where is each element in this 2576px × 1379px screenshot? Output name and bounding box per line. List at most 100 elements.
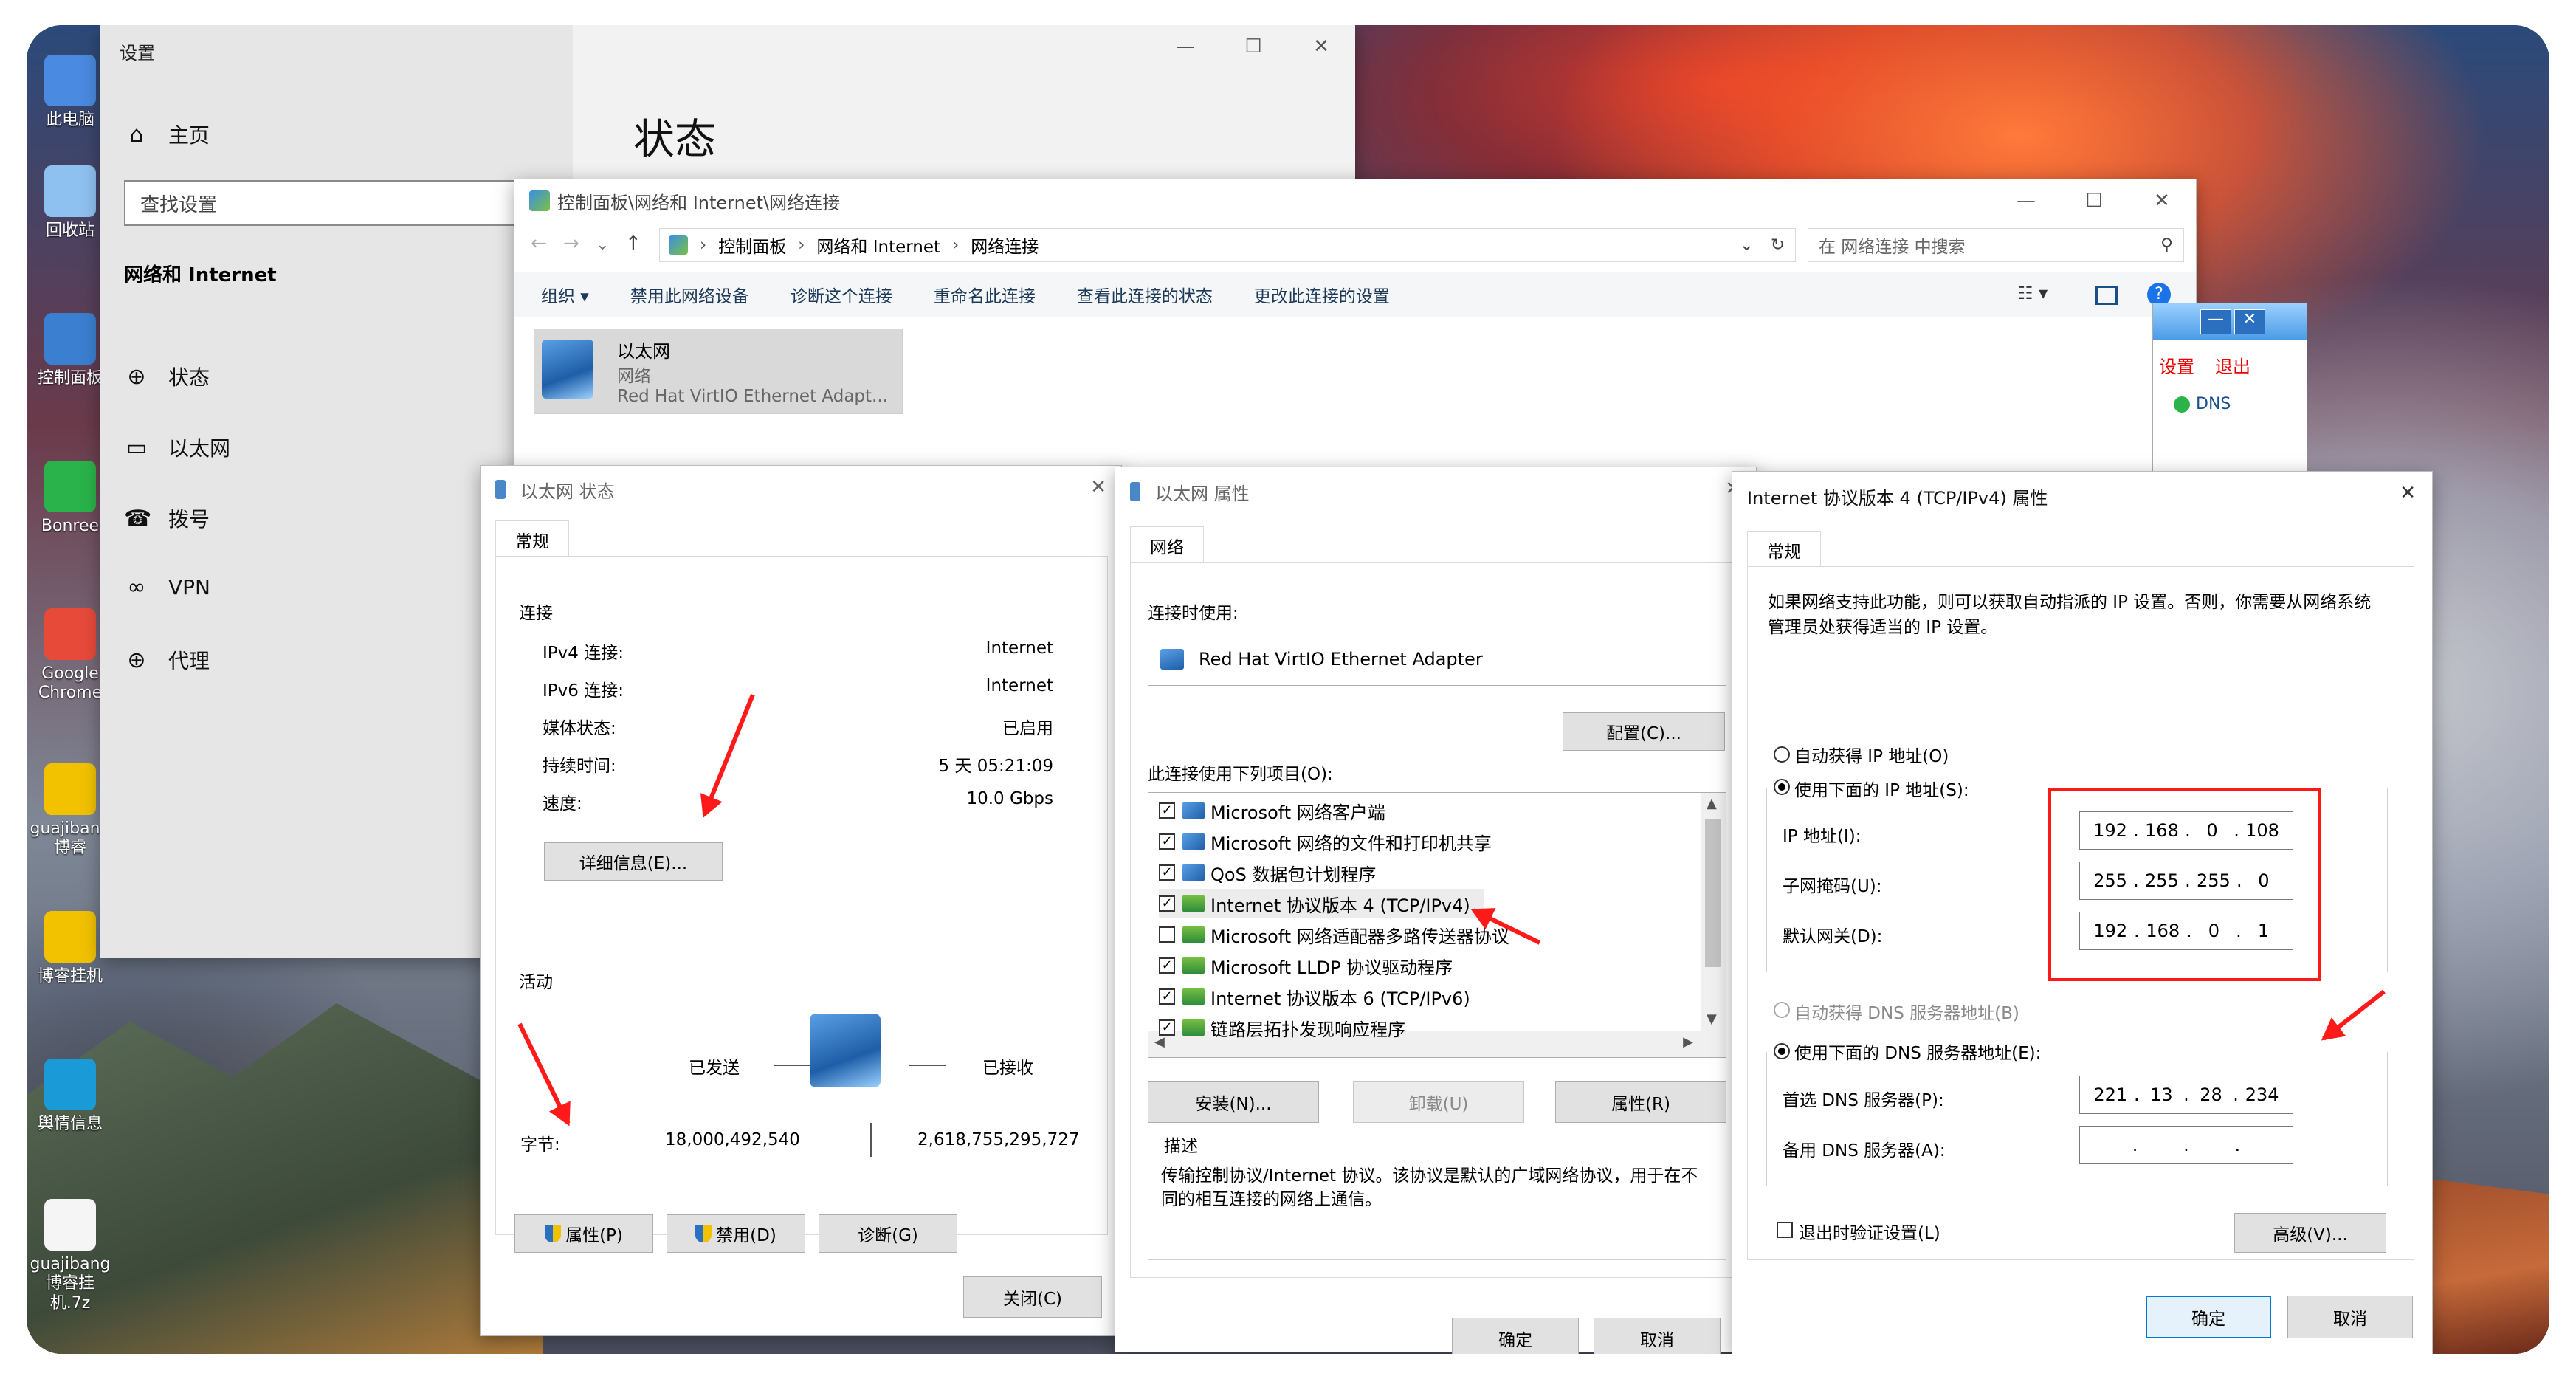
search-input[interactable]: 在 网络连接 中搜索 ⚲ (1808, 228, 2184, 262)
forward-icon[interactable]: → (563, 233, 579, 255)
toolbar-item[interactable]: 禁用此网络设备 (630, 282, 749, 307)
toolbar-item[interactable]: 更改此连接的设置 (1254, 282, 1390, 307)
tab-network[interactable]: 网络 (1130, 526, 1204, 563)
settings-nav-item[interactable]: ⊕ 代理 (124, 645, 210, 675)
component-checkbox[interactable]: ✓ (1159, 802, 1175, 819)
scroll-up-icon[interactable]: ▲ (1707, 796, 1717, 811)
auto-ip-label[interactable]: 自动获得 IP 地址(O) (1794, 742, 1949, 767)
minimize-button[interactable]: — (1151, 25, 1219, 68)
component-list-item[interactable]: ✓ Microsoft 网络客户端 (1159, 796, 1385, 825)
toolbar-item[interactable]: 组织 ▾ (541, 282, 589, 307)
cancel-button[interactable]: 取消 (2287, 1296, 2413, 1338)
component-checkbox[interactable]: ✓ (1159, 1019, 1175, 1036)
back-icon[interactable]: ← (531, 233, 547, 255)
maximize-button[interactable]: ☐ (1219, 25, 1287, 68)
side-app-settings-link[interactable]: 设置 (2159, 352, 2194, 378)
item-properties-button[interactable]: 属性(R) (1555, 1081, 1726, 1123)
view-options-icon[interactable]: ☷ ▾ (2017, 283, 2048, 303)
close-button[interactable]: ✕ (2234, 309, 2265, 334)
cancel-button[interactable]: 取消 (1594, 1318, 1721, 1354)
breadcrumb-network-internet[interactable]: 网络和 Internet (816, 233, 940, 258)
desktop-icon[interactable]: Bonree (30, 461, 111, 536)
refresh-icon[interactable]: ↻ (1771, 235, 1785, 255)
adapter-ethernet[interactable]: 以太网 网络 Red Hat VirtIO Ethernet Adapt... (534, 329, 903, 414)
settings-home[interactable]: ⌂ 主页 (124, 120, 210, 149)
scrollbar-thumb[interactable] (1705, 819, 1721, 967)
component-list-item[interactable]: ✓ Microsoft LLDP 协议驱动程序 (1159, 951, 1453, 980)
ip-octet[interactable]: 234 (2245, 1084, 2279, 1105)
dialog-title: 以太网 属性 (1155, 483, 1250, 504)
preferred-dns-input[interactable]: 221. 13. 28. 234 (2079, 1076, 2293, 1114)
components-list[interactable]: ▲ ▼ ◀ ▶ ✓ Microsoft 网络客户端 ✓ Microsoft 网络的文件… (1148, 792, 1726, 1058)
ip-octet[interactable]: 13 (2146, 1084, 2177, 1105)
scroll-down-icon[interactable]: ▼ (1707, 1011, 1717, 1027)
details-button[interactable]: 详细信息(E)... (544, 842, 723, 881)
diagnose-button[interactable]: 诊断(G) (819, 1214, 957, 1253)
up-icon[interactable]: ↑ (625, 233, 641, 255)
desktop-icon[interactable]: Google Chrome (30, 608, 111, 704)
scroll-right-icon[interactable]: ▶ (1683, 1034, 1693, 1050)
close-button[interactable]: ✕ (1090, 476, 1106, 498)
minimize-button[interactable]: — (1992, 179, 2060, 222)
settings-nav-item[interactable]: ▭ 以太网 (124, 433, 230, 462)
toolbar-item[interactable]: 查看此连接的状态 (1077, 282, 1213, 307)
recent-icon[interactable]: ⌄ (596, 235, 609, 254)
ok-button[interactable]: 确定 (2146, 1296, 2271, 1338)
component-list-item[interactable]: ✓ Internet 协议版本 6 (TCP/IPv6) (1159, 982, 1470, 1011)
preview-pane-icon[interactable] (2095, 286, 2118, 305)
desktop-icon[interactable]: 舆情信息 (30, 1059, 111, 1134)
advanced-button[interactable]: 高级(V)... (2234, 1213, 2386, 1253)
uninstall-button[interactable]: 卸载(U) (1353, 1081, 1524, 1123)
close-button[interactable]: ✕ (2128, 179, 2196, 222)
ip-octet[interactable]: 221 (2093, 1084, 2127, 1105)
auto-dns-label[interactable]: 自动获得 DNS 服务器地址(B) (1794, 999, 2019, 1024)
component-checkbox[interactable]: ✓ (1159, 864, 1175, 881)
desktop-icon[interactable]: 此电脑 (30, 55, 111, 130)
desktop-icon[interactable]: guajibang博睿 (30, 763, 111, 859)
desktop-icon[interactable]: 回收站 (30, 165, 111, 241)
configure-button[interactable]: 配置(C)... (1563, 712, 1725, 751)
validate-checkbox[interactable] (1777, 1222, 1793, 1238)
breadcrumb-network-connections[interactable]: 网络连接 (971, 233, 1039, 258)
component-list-item[interactable]: ✓ Microsoft 网络的文件和打印机共享 (1159, 827, 1492, 856)
ip-octet[interactable]: 28 (2196, 1084, 2227, 1105)
settings-search-input[interactable]: 查找设置 (124, 180, 573, 226)
validate-label[interactable]: 退出时验证设置(L) (1799, 1219, 1940, 1244)
component-checkbox[interactable]: ✓ (1159, 957, 1175, 974)
auto-dns-radio[interactable] (1774, 1002, 1790, 1018)
component-checkbox[interactable]: ✓ (1159, 833, 1175, 850)
tab-general[interactable]: 常规 (495, 520, 569, 557)
close-dialog-button[interactable]: 关闭(C) (963, 1276, 1102, 1318)
component-list-item[interactable]: ✓ 链路层拓扑发现响应程序 (1159, 1013, 1405, 1042)
desktop-icon[interactable]: 控制面板 (30, 313, 111, 388)
component-checkbox[interactable]: ✓ (1159, 895, 1175, 912)
close-button[interactable]: ✕ (2400, 482, 2416, 504)
component-list-item[interactable]: ✓ QoS 数据包计划程序 (1159, 858, 1376, 887)
toolbar-item[interactable]: 诊断这个连接 (791, 282, 892, 307)
component-list-item[interactable]: Microsoft 网络适配器多路传送器协议 (1159, 920, 1509, 949)
address-bar[interactable]: › 控制面板 › 网络和 Internet › 网络连接 ⌄ ↻ (659, 228, 1796, 262)
maximize-button[interactable]: ☐ (2060, 179, 2128, 222)
minimize-button[interactable]: — (2200, 309, 2231, 334)
chevron-down-icon[interactable]: ⌄ (1740, 235, 1754, 255)
breadcrumb-control-panel[interactable]: 控制面板 (718, 233, 786, 258)
side-app-exit-link[interactable]: 退出 (2215, 352, 2250, 378)
settings-nav-item[interactable]: ☎ 拨号 (124, 503, 210, 533)
tab-general[interactable]: 常规 (1747, 531, 1821, 568)
disable-button[interactable]: 禁用(D) (667, 1214, 805, 1253)
toolbar-item[interactable]: 重命名此连接 (934, 282, 1036, 307)
component-checkbox[interactable] (1159, 926, 1175, 943)
component-list-item[interactable]: ✓ Internet 协议版本 4 (TCP/IPv4) (1159, 889, 1484, 918)
desktop-icon[interactable]: 博睿挂机 (30, 911, 111, 986)
properties-button[interactable]: 属性(P) (514, 1214, 653, 1253)
settings-nav-item[interactable]: ∞ VPN (124, 574, 210, 600)
auto-ip-radio[interactable] (1774, 746, 1790, 763)
ok-button[interactable]: 确定 (1452, 1318, 1579, 1354)
install-button[interactable]: 安装(N)... (1148, 1081, 1319, 1123)
component-checkbox[interactable]: ✓ (1159, 988, 1175, 1005)
close-button[interactable]: ✕ (1287, 25, 1355, 68)
alternate-dns-input[interactable]: ... (2079, 1126, 2293, 1164)
desktop-icon[interactable]: guajibang博睿挂机.7z (30, 1199, 111, 1313)
settings-nav-item[interactable]: ⊕ 状态 (124, 362, 210, 391)
vertical-scrollbar[interactable]: ▲ ▼ (1701, 793, 1726, 1031)
